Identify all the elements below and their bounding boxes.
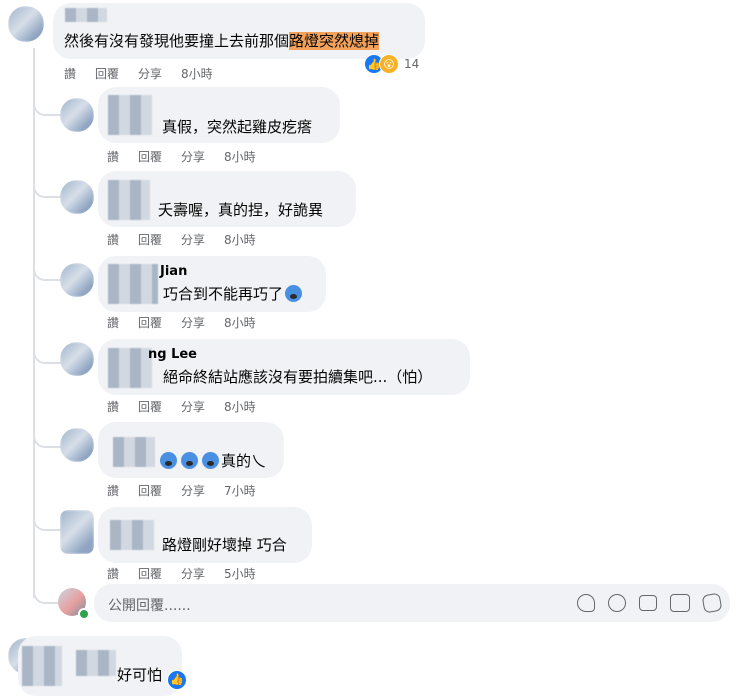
share-link[interactable]: 分享 (181, 233, 205, 247)
author-name-redacted[interactable] (76, 650, 116, 676)
camera-icon[interactable] (639, 595, 657, 611)
avatar[interactable] (60, 342, 94, 376)
thread-branch (33, 505, 61, 531)
reply-actions: 讚 回覆 分享 8小時 (107, 314, 256, 331)
share-link[interactable]: 分享 (181, 150, 205, 164)
share-link[interactable]: 分享 (181, 316, 205, 330)
reply-text: 絕命終結站應該沒有要拍續集吧...（怕） (163, 368, 433, 386)
like-link[interactable]: 讚 (64, 67, 76, 81)
like-link[interactable]: 讚 (107, 400, 119, 414)
avatar-redacted (22, 646, 62, 686)
timestamp[interactable]: 8小時 (181, 67, 213, 81)
timestamp[interactable]: 5小時 (224, 567, 256, 581)
timestamp[interactable]: 8小時 (224, 316, 256, 330)
author-name-redacted[interactable] (108, 264, 158, 304)
author-name[interactable]: Jian (160, 264, 187, 279)
screaming-emoji-icon (181, 452, 198, 469)
like-link[interactable]: 讚 (107, 316, 119, 330)
avatar[interactable] (60, 98, 94, 132)
reaction-count: 14 (404, 57, 420, 71)
avatar[interactable] (60, 263, 94, 297)
share-link[interactable]: 分享 (181, 484, 205, 498)
thread-branch (33, 172, 61, 198)
emoji-icon[interactable] (608, 594, 626, 612)
avatar[interactable] (8, 6, 44, 42)
share-link[interactable]: 分享 (181, 400, 205, 414)
highlighted-text: 路燈突然熄掉 (289, 32, 380, 50)
author-name[interactable]: ng Lee (148, 347, 197, 362)
comment-text: 好可怕 👍 (117, 665, 187, 690)
reply-text: 路燈剛好壞掉 巧合 (162, 536, 287, 554)
author-name-redacted[interactable] (113, 437, 155, 467)
reply-link[interactable]: 回覆 (138, 484, 162, 498)
share-link[interactable]: 分享 (181, 567, 205, 581)
reply-link[interactable]: 回覆 (138, 567, 162, 581)
author-name-redacted[interactable] (65, 8, 107, 22)
avatar[interactable] (60, 510, 94, 554)
sticker-icon[interactable] (577, 594, 595, 612)
screaming-emoji-icon (160, 452, 177, 469)
timestamp[interactable]: 8小時 (224, 233, 256, 247)
reply-actions: 讚 回覆 分享 7小時 (107, 482, 256, 499)
like-link[interactable]: 讚 (107, 567, 119, 581)
thread-branch (33, 338, 61, 364)
like-link[interactable]: 讚 (107, 233, 119, 247)
share-link[interactable]: 分享 (138, 67, 162, 81)
timestamp[interactable]: 7小時 (224, 484, 256, 498)
like-link[interactable]: 讚 (107, 484, 119, 498)
author-name-redacted[interactable] (110, 520, 154, 550)
author-name-redacted[interactable] (108, 348, 152, 388)
like-link[interactable]: 讚 (107, 150, 119, 164)
avatar[interactable] (60, 428, 94, 462)
reply-text: 真的乀 (158, 451, 266, 471)
timestamp[interactable]: 8小時 (224, 400, 256, 414)
reply-link[interactable]: 回覆 (138, 400, 162, 414)
reply-text: 真假，突然起雞皮疙瘩 (162, 118, 313, 136)
reply-actions: 讚 回覆 分享 8小時 (107, 148, 256, 165)
like-reaction-icon: 👍 (166, 670, 187, 690)
author-name-redacted[interactable] (108, 180, 150, 220)
reply-text: 夭壽喔，真的捏，好詭異 (158, 201, 324, 219)
reply-link[interactable]: 回覆 (138, 233, 162, 247)
reply-actions: 讚 回覆 分享 5小時 (107, 565, 256, 582)
thread-branch (33, 88, 61, 116)
author-name-redacted[interactable] (108, 95, 152, 135)
reply-text: 巧合到不能再巧了 (163, 284, 304, 304)
screaming-emoji-icon (202, 452, 219, 469)
comment-text: 然後有沒有發現他要撞上去前那個路燈突然熄掉 (64, 32, 380, 50)
avatar[interactable] (60, 180, 94, 214)
reply-link[interactable]: 回覆 (95, 67, 119, 81)
reply-actions: 讚 回覆 分享 8小時 (107, 231, 256, 248)
thread-branch (33, 255, 61, 281)
reaction-summary[interactable]: 👍 😮 14 (364, 54, 419, 74)
comment-actions: 讚 回覆 分享 8小時 (64, 65, 213, 82)
wow-icon: 😮 (379, 54, 399, 74)
thread-branch (33, 422, 61, 448)
timestamp[interactable]: 8小時 (224, 150, 256, 164)
thread-branch (33, 586, 61, 604)
online-indicator (78, 608, 90, 620)
fearful-emoji-icon (285, 285, 303, 302)
reply-actions: 讚 回覆 分享 8小時 (107, 398, 256, 415)
reply-link[interactable]: 回覆 (138, 150, 162, 164)
reply-input[interactable]: 公開回覆...... (108, 595, 191, 615)
reply-link[interactable]: 回覆 (138, 316, 162, 330)
gif-icon[interactable] (670, 594, 690, 612)
